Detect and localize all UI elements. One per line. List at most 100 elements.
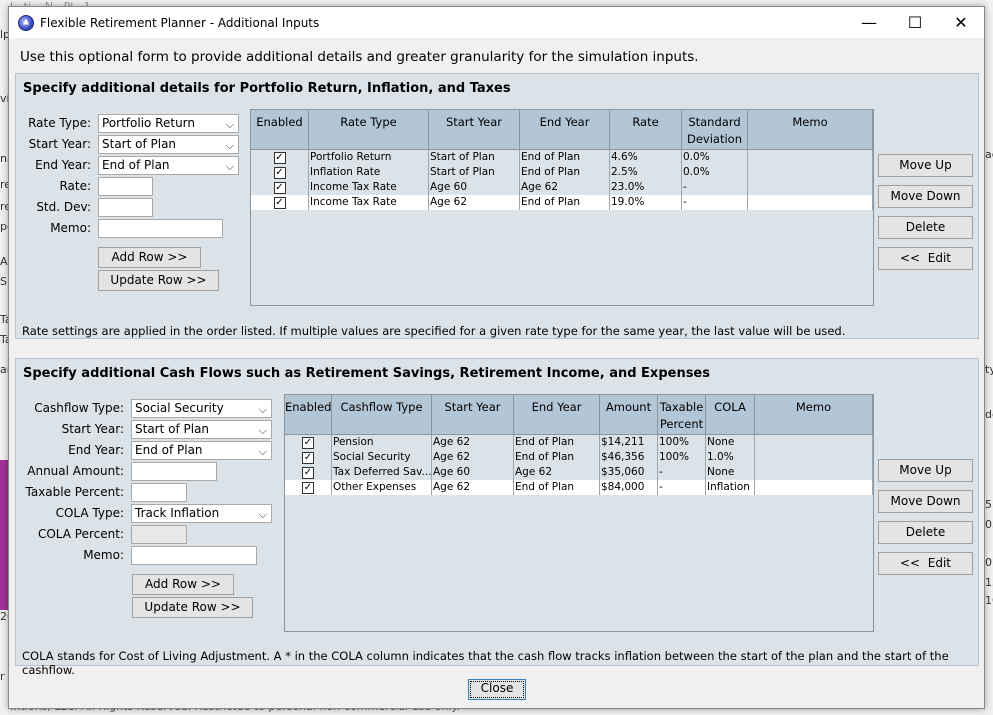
table-row[interactable]: ✓ Tax Deferred Sav... Age 60 Age 62 $35,… xyxy=(285,465,873,480)
enabled-checkbox[interactable]: ✓ xyxy=(273,181,286,194)
cashflows-move-down-button[interactable]: Move Down xyxy=(878,490,973,513)
title-bar[interactable]: Flexible Retirement Planner - Additional… xyxy=(9,7,984,38)
column-header-cashflow-type[interactable]: Cashflow Type xyxy=(332,395,432,435)
background-fragment: pe xyxy=(0,220,8,233)
rates-move-down-button[interactable]: Move Down xyxy=(878,185,973,208)
cell-memo xyxy=(748,165,873,180)
chevron-down-icon: ⌵ xyxy=(258,508,267,521)
cashflows-move-up-button[interactable]: Move Up xyxy=(878,459,973,482)
column-header-start-year[interactable]: Start Year xyxy=(429,110,520,150)
chevron-down-icon: ⌵ xyxy=(258,424,267,437)
column-header-memo[interactable]: Memo xyxy=(748,110,873,150)
rate-add-row-button[interactable]: Add Row >> xyxy=(98,247,201,268)
cell-end-year: End of Plan xyxy=(514,435,600,450)
maximize-button[interactable]: ☐ xyxy=(892,7,938,38)
rate-update-row-button[interactable]: Update Row >> xyxy=(98,270,219,291)
cell-start-year: Age 62 xyxy=(429,195,520,210)
column-header-enabled[interactable]: Enabled xyxy=(285,395,332,435)
rates-delete-button[interactable]: Delete xyxy=(878,216,973,239)
column-header-taxable-percent[interactable]: Taxable Percent xyxy=(658,395,706,435)
cell-start-year: Age 60 xyxy=(432,465,514,480)
rates-table[interactable]: Enabled Rate Type Start Year End Year Ra… xyxy=(250,109,874,306)
close-window-button[interactable]: ✕ xyxy=(938,7,984,38)
chevron-down-icon: ⌵ xyxy=(258,403,267,416)
cell-cola: Inflation xyxy=(706,480,755,495)
table-row[interactable]: ✓ Pension Age 62 End of Plan $14,211 100… xyxy=(285,435,873,450)
table-row[interactable]: ✓ Portfolio Return Start of Plan End of … xyxy=(251,150,873,165)
rate-label: Rate: xyxy=(59,179,91,193)
background-fragment: 0 xyxy=(985,556,992,569)
enabled-checkbox[interactable]: ✓ xyxy=(273,196,286,209)
cell-taxable: 100% xyxy=(658,435,706,450)
column-header-memo[interactable]: Memo xyxy=(755,395,873,435)
taxable-percent-input[interactable] xyxy=(131,483,187,502)
taxable-percent-label: Taxable Percent: xyxy=(25,485,125,499)
cola-percent-input xyxy=(131,525,187,544)
cashflow-update-row-button[interactable]: Update Row >> xyxy=(132,597,253,618)
cell-cashflow-type: Pension xyxy=(332,435,432,450)
annual-amount-label: Annual Amount: xyxy=(27,464,124,478)
enabled-checkbox[interactable]: ✓ xyxy=(302,466,314,479)
column-header-enabled[interactable]: Enabled xyxy=(251,110,309,150)
background-fragment: ar xyxy=(0,363,8,376)
rate-input[interactable] xyxy=(98,177,153,196)
cell-rate: 2.5% xyxy=(610,165,682,180)
cell-rate-type: Income Tax Rate xyxy=(309,195,429,210)
std-dev-input[interactable] xyxy=(98,198,153,217)
background-fragment: 05 xyxy=(985,518,993,531)
rate-memo-input[interactable] xyxy=(98,219,223,238)
rate-end-year-select[interactable]: End of Plan ⌵ xyxy=(98,156,239,175)
cell-memo xyxy=(748,150,873,165)
rate-type-select[interactable]: Portfolio Return ⌵ xyxy=(98,114,239,133)
column-header-std-dev[interactable]: Standard Deviation xyxy=(682,110,748,150)
column-header-rate-type[interactable]: Rate Type xyxy=(309,110,429,150)
column-header-end-year[interactable]: End Year xyxy=(514,395,600,435)
cashflow-type-select[interactable]: Social Security ⌵ xyxy=(131,399,272,418)
rate-type-label: Rate Type: xyxy=(28,116,91,130)
rate-start-year-select[interactable]: Start of Plan ⌵ xyxy=(98,135,239,154)
cashflows-delete-button[interactable]: Delete xyxy=(878,521,973,544)
table-row-selected[interactable]: ✓ Other Expenses Age 62 End of Plan $84,… xyxy=(285,480,873,495)
column-header-end-year[interactable]: End Year xyxy=(520,110,610,150)
cashflow-start-year-select[interactable]: Start of Plan ⌵ xyxy=(131,420,272,439)
cell-cashflow-type: Tax Deferred Sav... xyxy=(333,465,432,480)
cashflows-table[interactable]: Enabled Cashflow Type Start Year End Yea… xyxy=(284,394,874,632)
cashflows-edit-button[interactable]: << Edit xyxy=(878,552,973,575)
cashflow-memo-input[interactable] xyxy=(131,546,257,565)
rates-move-up-button[interactable]: Move Up xyxy=(878,154,973,177)
column-header-rate[interactable]: Rate xyxy=(610,110,682,150)
column-header-cola[interactable]: COLA xyxy=(706,395,755,435)
cell-amount: $14,211 xyxy=(600,435,658,450)
enabled-checkbox[interactable]: ✓ xyxy=(302,481,314,494)
cell-start-year: Age 62 xyxy=(432,435,514,450)
cashflows-panel-title: Specify additional Cash Flows such as Re… xyxy=(23,366,710,381)
cell-start-year: Age 62 xyxy=(432,480,514,495)
table-row[interactable]: ✓ Inflation Rate Start of Plan End of Pl… xyxy=(251,165,873,180)
table-row[interactable]: ✓ Income Tax Rate Age 60 Age 62 23.0% - xyxy=(251,180,873,195)
enabled-checkbox[interactable]: ✓ xyxy=(273,166,286,179)
cashflow-add-row-button[interactable]: Add Row >> xyxy=(132,574,234,595)
cola-type-select[interactable]: Track Inflation ⌵ xyxy=(131,504,272,523)
minimize-button[interactable]: — xyxy=(846,7,892,38)
background-fragment: Ta xyxy=(0,313,8,326)
rate-memo-label: Memo: xyxy=(50,221,91,235)
close-button[interactable]: Close xyxy=(468,679,526,700)
cashflows-note: COLA stands for Cost of Living Adjustmen… xyxy=(22,649,949,677)
enabled-checkbox[interactable]: ✓ xyxy=(302,436,314,449)
column-header-amount[interactable]: Amount xyxy=(600,395,658,435)
cell-amount: $35,060 xyxy=(600,465,658,480)
column-header-start-year[interactable]: Start Year xyxy=(432,395,514,435)
background-fragment: 5 xyxy=(985,498,992,511)
table-row[interactable]: ✓ Social Security Age 62 End of Plan $46… xyxy=(285,450,873,465)
chevron-down-icon: ⌵ xyxy=(225,160,234,173)
enabled-checkbox[interactable]: ✓ xyxy=(302,451,314,464)
cell-end-year: Age 62 xyxy=(514,465,600,480)
rates-edit-button[interactable]: << Edit xyxy=(878,247,973,270)
cell-rate: 23.0% xyxy=(610,180,682,195)
cashflows-table-header: Enabled Cashflow Type Start Year End Yea… xyxy=(285,395,873,435)
cola-type-label: COLA Type: xyxy=(55,506,124,520)
table-row-selected[interactable]: ✓ Income Tax Rate Age 62 End of Plan 19.… xyxy=(251,195,873,210)
cashflow-end-year-select[interactable]: End of Plan ⌵ xyxy=(131,441,272,460)
enabled-checkbox[interactable]: ✓ xyxy=(273,151,286,164)
annual-amount-input[interactable] xyxy=(131,462,217,481)
